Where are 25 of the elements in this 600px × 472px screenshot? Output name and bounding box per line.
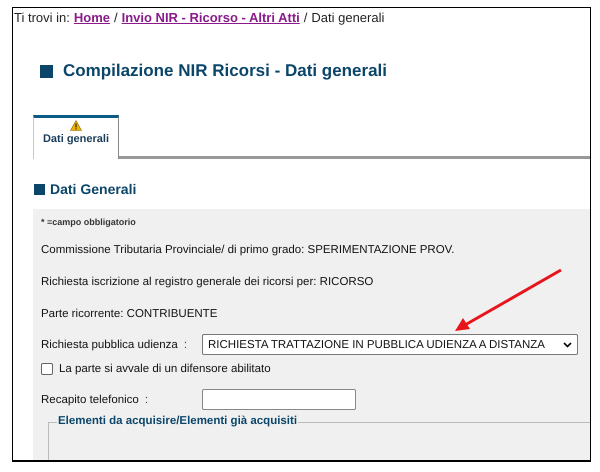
square-icon (40, 64, 53, 78)
tab[interactable]: Dati generali (33, 115, 119, 159)
field-label: Richiesta pubblica udienza (41, 338, 178, 350)
breadcrumb-link[interactable]: Home (74, 10, 110, 28)
colon-text: : (144, 394, 148, 406)
info-text: Richiesta iscrizione al registro generale dei ricorsi per: RICORSO (41, 275, 374, 290)
phone-field[interactable] (202, 389, 356, 410)
fieldset-legend: Elementi da acquisire/Elementi già acquisiti (57, 415, 298, 427)
colon-text: : (184, 338, 188, 350)
info-text: Parte ricorrente: CONTRIBUENTE (41, 307, 218, 322)
field-label: Recapito telefonico (41, 394, 139, 406)
checkbox[interactable] (41, 363, 53, 375)
breadcrumb-separator: / (304, 10, 308, 27)
square-icon (34, 184, 45, 194)
required-note: * =campo obbligatorio (41, 217, 137, 228)
breadcrumb-link[interactable]: Invio NIR - Ricorso - Altri Atti (122, 10, 300, 28)
breadcrumb-label: Ti trovi in: (14, 10, 70, 27)
chevron-icon (563, 342, 572, 348)
checkbox-label: La parte si avvale di un difensore abilitato (59, 363, 271, 375)
info-text: Commissione Tributaria Provinciale/ di primo grado: SPERIMENTAZIONE PROV. (41, 243, 456, 258)
breadcrumb-current: Dati generali (311, 10, 384, 27)
hearing-dropdown[interactable]: RICHIESTA TRATTAZIONE IN PUBBLICA UDIENZA A DISTANZA (202, 334, 578, 355)
section-title: Dati Generali (50, 181, 136, 197)
breadcrumb-separator: / (114, 10, 118, 27)
page-title: Compilazione NIR Ricorsi - Dati generali (63, 61, 388, 81)
